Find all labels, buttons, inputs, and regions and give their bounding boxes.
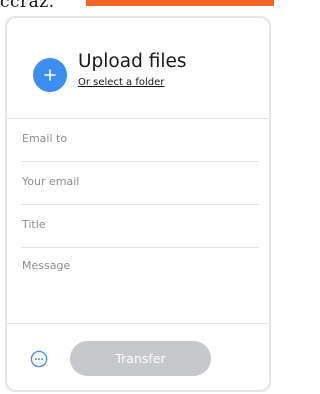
message-field[interactable]: Message bbox=[21, 246, 259, 322]
title-placeholder: Title bbox=[22, 218, 46, 231]
page: ccraz. Upload files Or select a folder E… bbox=[0, 0, 274, 394]
upload-area[interactable]: Upload files Or select a folder bbox=[7, 18, 269, 118]
message-placeholder: Message bbox=[22, 259, 71, 272]
email-to-placeholder: Email to bbox=[22, 132, 68, 145]
transfer-card: Upload files Or select a folder Email to… bbox=[7, 18, 269, 390]
transfer-button[interactable]: Transfer bbox=[70, 341, 211, 376]
email-to-field[interactable]: Email to bbox=[21, 119, 259, 162]
title-field[interactable]: Title bbox=[21, 205, 259, 248]
upload-files-title[interactable]: Upload files bbox=[78, 51, 187, 72]
footer-divider bbox=[7, 323, 269, 324]
your-email-field[interactable]: Your email bbox=[21, 162, 259, 205]
plus-icon[interactable] bbox=[33, 58, 67, 92]
more-options-icon[interactable] bbox=[30, 350, 48, 368]
page-top-text: ccraz. bbox=[0, 0, 55, 12]
select-folder-link[interactable]: Or select a folder bbox=[78, 77, 164, 88]
accent-bar bbox=[86, 0, 274, 6]
your-email-placeholder: Your email bbox=[22, 175, 80, 188]
